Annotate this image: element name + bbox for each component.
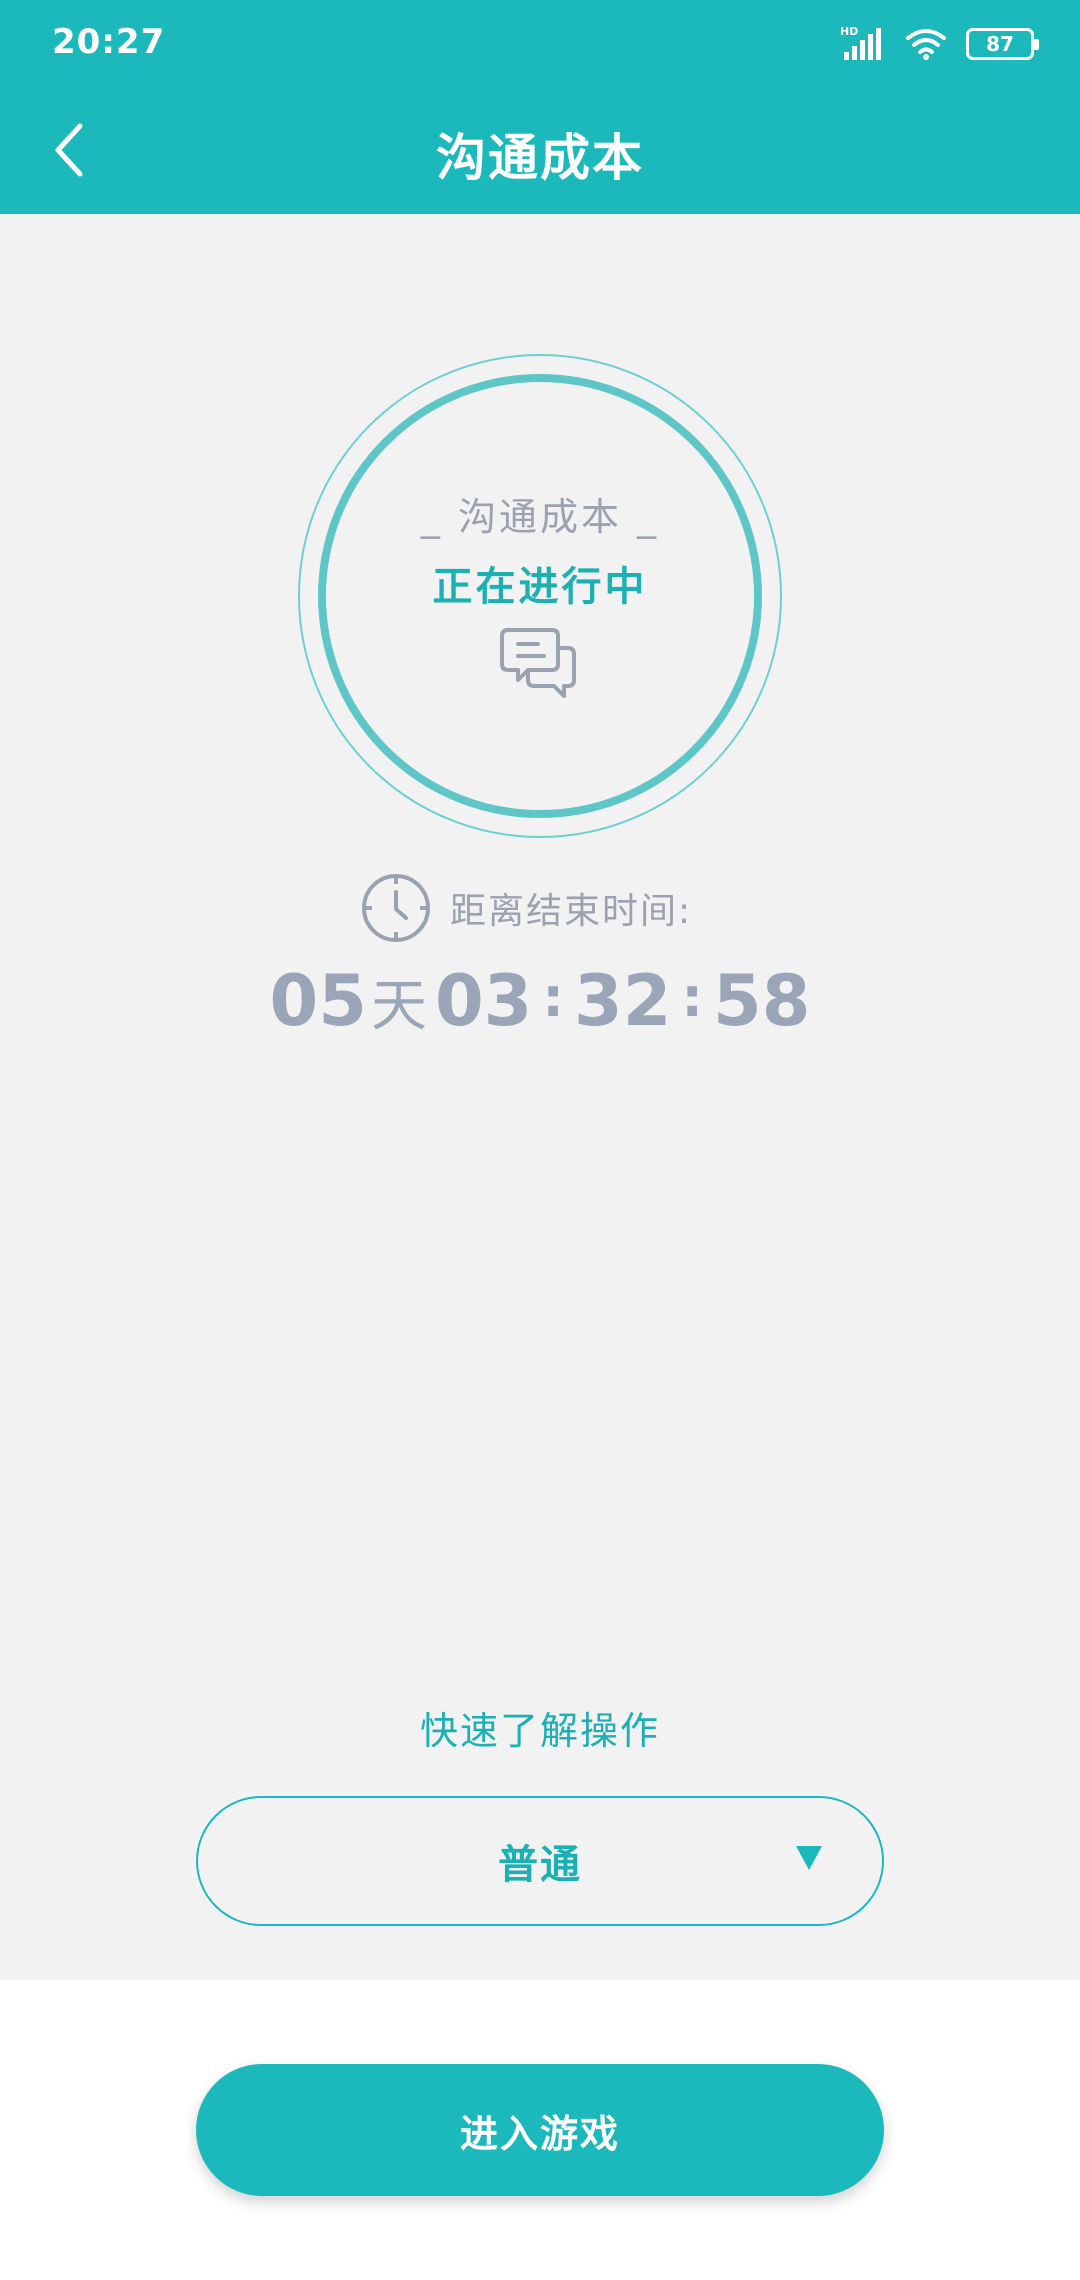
- chat-bubbles-icon: [500, 628, 576, 698]
- countdown-label-row: 距离结束时间:: [360, 870, 692, 946]
- clock-icon: [362, 874, 430, 942]
- status-text: 正在进行中: [432, 564, 648, 610]
- battery-level: 87: [986, 32, 1014, 56]
- countdown-separator: :: [542, 965, 564, 1029]
- wifi-icon: [906, 29, 946, 60]
- countdown-timer: 05 天 03 : 32 : 58: [0, 956, 1080, 1046]
- footer: 进入游戏: [0, 1980, 1080, 2280]
- mode-select-value: 普通: [498, 1842, 582, 1888]
- countdown-days: 05: [269, 960, 367, 1042]
- status-icons: HD 87: [840, 24, 1039, 64]
- battery-icon: 87: [966, 28, 1039, 60]
- nav-bar: 沟通成本: [0, 88, 1080, 214]
- countdown-separator: :: [681, 965, 704, 1029]
- ring-label: _ 沟通成本 _: [420, 495, 660, 539]
- page-title: 沟通成本: [436, 129, 644, 187]
- main-content: _ 沟通成本 _ 正在进行中 距离结束时间: 05 天 03 : 32 : 58…: [0, 214, 1080, 1980]
- signal-icon: HD: [840, 25, 881, 60]
- mode-select[interactable]: 普通: [196, 1796, 884, 1926]
- countdown-days-unit: 天: [370, 973, 427, 1039]
- status-time: 20:27: [52, 22, 166, 62]
- status-ring: _ 沟通成本 _ 正在进行中: [298, 354, 782, 838]
- countdown-hours: 03: [434, 960, 533, 1042]
- network-label: HD: [840, 25, 858, 38]
- triangle-down-icon: [796, 1846, 822, 1870]
- countdown-seconds: 58: [713, 960, 811, 1042]
- status-bar: 20:27 HD 87: [0, 0, 1080, 88]
- app-header: 20:27 HD 87 沟通成本: [0, 0, 1080, 214]
- enter-game-label: 进入游戏: [459, 2111, 620, 2156]
- quick-guide-link[interactable]: 快速了解操作: [0, 1700, 1080, 1755]
- countdown-minutes: 32: [574, 960, 672, 1042]
- enter-game-button[interactable]: 进入游戏: [196, 2064, 884, 2196]
- countdown-label: 距离结束时间:: [450, 891, 693, 932]
